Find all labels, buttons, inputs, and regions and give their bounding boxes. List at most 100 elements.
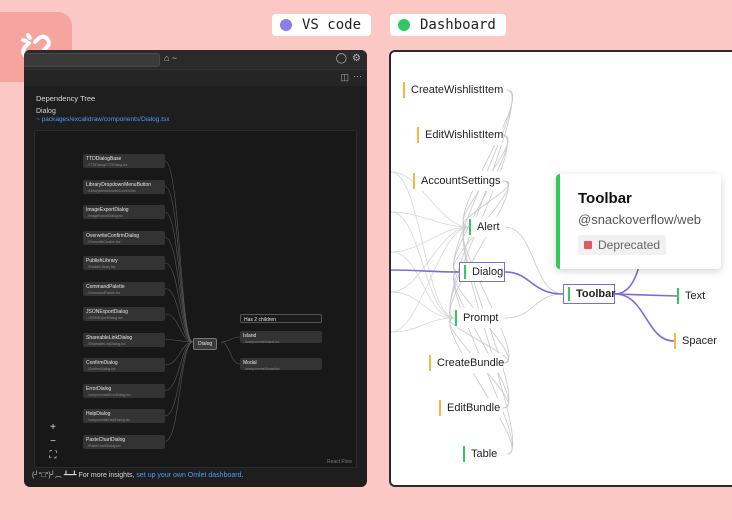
- fit-view-button[interactable]: ⛶: [47, 449, 59, 463]
- status-bar-icon: [469, 219, 471, 235]
- flow-node-dialog[interactable]: Dialog: [193, 338, 218, 350]
- node-label: Prompt: [463, 312, 499, 324]
- status-bar-icon: [463, 446, 465, 462]
- dependency-edge: [391, 211, 456, 319]
- status-bar-icon: [677, 288, 679, 304]
- node-label: Toolbar: [576, 288, 616, 300]
- status-bar-icon: [674, 333, 676, 349]
- react-flow-attribution[interactable]: React Flow: [327, 459, 352, 465]
- flow-edge: [220, 336, 241, 343]
- dependency-node-createbundle[interactable]: CreateBundle: [429, 353, 504, 373]
- status-bar-icon: [429, 355, 431, 371]
- copilot-icon[interactable]: ⌂ ~: [164, 53, 177, 63]
- flow-node-confirmdialog[interactable]: ConfirmDialog ../ConfirmDialog.tsx: [83, 358, 165, 372]
- dependency-edge: [391, 317, 456, 333]
- omlet-dashboard-link[interactable]: set up your own Omlet dashboard: [136, 472, 241, 479]
- flow-node-ttddialogbase[interactable]: TTDDialogBase ../TTDDialog/TTDDialog.tsx: [83, 154, 165, 168]
- split-editor-icon[interactable]: ◫: [340, 72, 349, 83]
- dependency-edge: [462, 89, 514, 228]
- node-label: Table: [471, 448, 498, 460]
- status-bar-icon: [464, 265, 466, 279]
- node-label: AccountSettings: [421, 175, 501, 187]
- vscode-pill: VS code: [272, 14, 372, 36]
- card-package: @snackoverflow/web: [578, 212, 702, 227]
- flow-node-island[interactable]: Island ../components/Island.tsx: [240, 331, 322, 344]
- dependency-flow-canvas[interactable]: TTDDialogBase ../TTDDialog/TTDDialog.tsx L…: [34, 130, 357, 468]
- flow-node-modal[interactable]: Modal ../components/Modal.tsx: [240, 358, 322, 371]
- dependency-node-createwishlistitem[interactable]: CreateWishlistItem: [403, 80, 507, 100]
- deprecated-badge: Deprecated: [578, 235, 667, 255]
- component-detail-card[interactable]: Toolbar @snackoverflow/web Deprecated: [556, 174, 721, 269]
- dashboard-pill-label: Dashboard: [420, 17, 496, 33]
- node-label: Alert: [477, 221, 500, 233]
- gear-icon[interactable]: ⚙: [352, 53, 361, 64]
- dashboard-window[interactable]: CreateWishlistItem EditWishlistItem Accoun…: [389, 50, 732, 487]
- flow-edge: [164, 186, 194, 343]
- vscode-titlebar: ⌂ ~ ◯ ⚙: [24, 50, 367, 70]
- flow-edge: [164, 262, 194, 343]
- dependency-edge: [504, 271, 564, 295]
- dependency-node-editbundle[interactable]: EditBundle: [439, 398, 503, 418]
- dependency-node-dialog[interactable]: Dialog: [459, 262, 505, 282]
- flow-node-jsonexportdialog[interactable]: JSONExportDialog ../JSONExportDialog.tsx: [83, 307, 165, 321]
- dependency-edge: [391, 211, 470, 228]
- dependency-node-toolbar[interactable]: Toolbar: [563, 284, 616, 304]
- dependency-edge: [449, 317, 513, 455]
- status-bar-icon: [455, 310, 457, 326]
- node-label: EditWishlistItem: [425, 129, 504, 141]
- vscode-footer: (╯°□°)╯︵ ┻━┻ For more insights, set up y…: [32, 470, 243, 480]
- vscode-tabbar: ◫ ⋯: [24, 70, 367, 86]
- dependency-edge: [391, 226, 470, 293]
- status-bar-icon: [568, 287, 570, 301]
- children-count-node[interactable]: Has 2 children: [240, 314, 322, 323]
- card-title: Toolbar: [578, 190, 632, 207]
- component-path-link[interactable]: ~ packages/excalidraw/components/Dialog.…: [36, 116, 170, 123]
- dependency-node-spacer[interactable]: Spacer: [674, 331, 724, 351]
- deprecated-label: Deprecated: [598, 238, 661, 252]
- dashboard-dot-icon: [398, 19, 410, 31]
- flow-node-overwriteconfirmdialog[interactable]: OverwriteConfirmDialog ../OverwriteConfir…: [83, 230, 165, 245]
- status-bar-icon: [413, 173, 415, 189]
- flow-edge: [164, 341, 194, 442]
- dependency-edge: [391, 269, 460, 273]
- status-bar-icon: [417, 127, 419, 143]
- status-bar-icon: [439, 400, 441, 416]
- flow-node-helpdialog[interactable]: HelpDialog ../components/HelpDialog.tsx: [83, 409, 165, 423]
- vscode-pill-label: VS code: [302, 17, 362, 33]
- zoom-controls: + − ⛶: [47, 421, 59, 463]
- dependency-node-editwishlistitem[interactable]: EditWishlistItem: [417, 125, 504, 145]
- vscode-dot-icon: [280, 19, 292, 31]
- node-label: Dialog: [472, 266, 504, 278]
- dashboard-pill: Dashboard: [390, 14, 506, 36]
- account-icon[interactable]: ◯: [336, 53, 347, 64]
- flow-node-shareablelinkdialog[interactable]: ShareableLinkDialog ../ShareableLinkDialo…: [83, 332, 165, 347]
- dependency-edge: [391, 251, 456, 319]
- dependency-node-prompt[interactable]: Prompt: [455, 308, 505, 328]
- flow-node-imageexportdialog[interactable]: ImageExportDialog ../ImageExportDialog.ts…: [83, 205, 165, 219]
- status-bar-icon: [403, 82, 405, 98]
- command-center-search[interactable]: [24, 53, 160, 67]
- dashboard-edges: [391, 89, 678, 455]
- footer-text: (╯°□°)╯︵ ┻━┻ For more insights,: [32, 472, 135, 479]
- component-name: Dialog: [36, 108, 56, 115]
- vscode-window: ⌂ ~ ◯ ⚙ ◫ ⋯ Dependency Tree Dialog ~ pac…: [24, 50, 367, 487]
- dependency-edge: [614, 293, 675, 342]
- flow-node-commandpalette[interactable]: CommandPalette ../CommandPalette.tsx: [83, 281, 165, 296]
- dependency-node-table[interactable]: Table: [463, 444, 507, 464]
- dependency-node-text[interactable]: Text: [677, 286, 717, 306]
- more-actions-icon[interactable]: ⋯: [353, 71, 362, 82]
- flow-node-pastechartdialog[interactable]: PasteChartDialog ../PasteChartDialog.tsx: [83, 434, 165, 449]
- dependency-tree-heading: Dependency Tree: [36, 94, 96, 103]
- dependency-node-accountsettings[interactable]: AccountSettings: [413, 171, 503, 191]
- node-label: Text: [685, 290, 706, 302]
- node-label: CreateWishlistItem: [411, 84, 504, 96]
- deprecated-square-icon: [584, 241, 592, 249]
- flow-node-librarydropdownmenubutton[interactable]: LibraryDropdownMenuButton ../LibraryMenuH…: [83, 179, 165, 194]
- flow-node-publishlibrary[interactable]: PublishLibrary ../PublishLibrary.tsx: [83, 256, 165, 270]
- zoom-in-button[interactable]: +: [47, 421, 59, 435]
- flow-edge: [220, 341, 241, 365]
- flow-node-errordialog[interactable]: ErrorDialog ../components/ErrorDialog.tsx: [83, 383, 165, 398]
- zoom-out-button[interactable]: −: [47, 435, 59, 449]
- dependency-node-alert[interactable]: Alert: [469, 217, 505, 237]
- footer-suffix: .: [241, 472, 244, 479]
